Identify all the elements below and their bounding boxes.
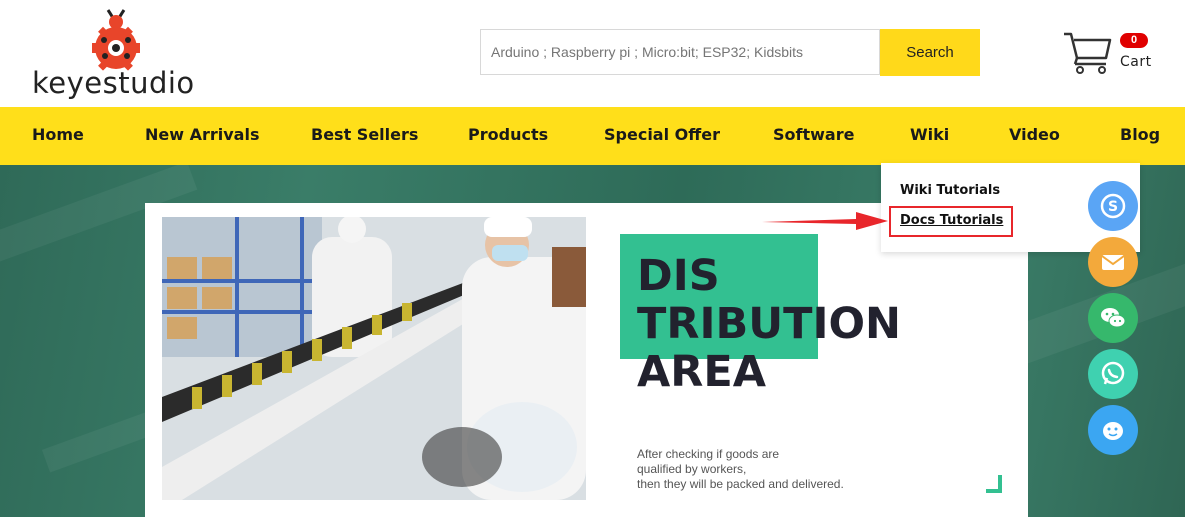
email-button[interactable] [1088,237,1138,287]
nav-item-video[interactable]: Video [1009,107,1060,165]
main-nav: Home New Arrivals Best Sellers Products … [0,107,1185,165]
nav-item-best-sellers[interactable]: Best Sellers [311,107,418,165]
shopping-cart-icon [1064,32,1112,74]
warehouse-photo [162,217,586,500]
skype-icon: S [1100,193,1126,219]
keyestudio-logo[interactable]: keyestudio [30,6,200,102]
whatsapp-icon [1101,361,1125,385]
qq-chat-button[interactable] [1088,405,1138,455]
nav-item-new-arrivals[interactable]: New Arrivals [145,107,259,165]
cart-count-badge: 0 [1120,33,1148,48]
nav-item-software[interactable]: Software [773,107,854,165]
highlight-box [889,206,1013,237]
email-icon [1101,255,1125,270]
nav-item-wiki[interactable]: Wiki [910,107,949,165]
nav-item-home[interactable]: Home [32,107,84,165]
corner-bracket-icon [986,475,1002,493]
whatsapp-button[interactable] [1088,349,1138,399]
search-button[interactable]: Search [880,29,980,76]
hero-headline-line-2: TRIBUTION [637,299,902,349]
wechat-button[interactable] [1088,293,1138,343]
ladybug-logo-icon [92,9,140,71]
cart-label: Cart [1120,54,1152,70]
hero-description-line-3: then they will be packed and delivered. [637,477,844,491]
cart-button[interactable]: 0 Cart [1060,28,1170,78]
skype-button[interactable]: S [1088,181,1138,231]
site-header: keyestudio Search 0 Cart [0,0,1185,107]
svg-text:S: S [1108,199,1118,215]
hero-description-line-2: qualified by workers, [637,462,747,476]
wechat-icon [1101,308,1126,328]
search-input[interactable] [480,29,880,75]
dropdown-item-wiki-tutorials[interactable]: Wiki Tutorials [900,183,1000,198]
nav-item-blog[interactable]: Blog [1120,107,1160,165]
red-arrow-icon [762,212,888,230]
nav-item-special-offer[interactable]: Special Offer [604,107,720,165]
hero-description-line-1: After checking if goods are [637,447,780,461]
hero-headline-line-1: DIS [637,251,720,301]
qq-chat-icon [1103,422,1123,440]
hero-headline-line-3: AREA [637,347,767,397]
logo-wordmark: keyestudio [32,66,195,100]
warehouse-illustration [162,217,586,500]
nav-item-products[interactable]: Products [468,107,548,165]
